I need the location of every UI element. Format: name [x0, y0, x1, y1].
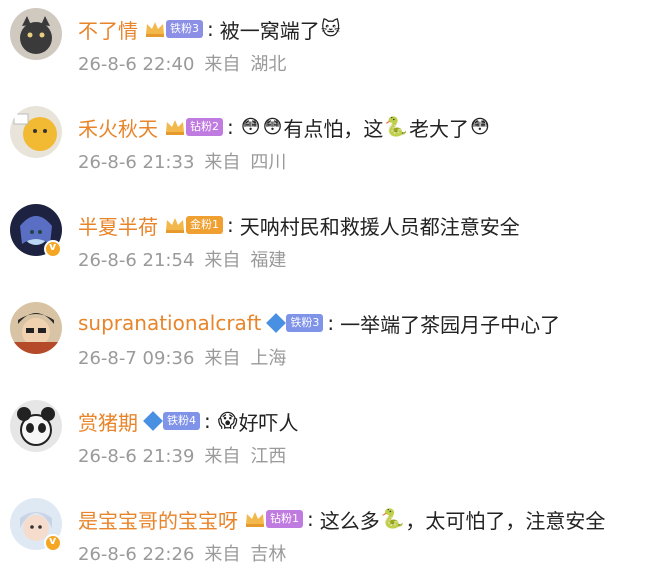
location: 四川 [250, 152, 287, 173]
flushed-emoji-icon: 😳 [470, 116, 490, 138]
colon: : [207, 17, 214, 41]
fan-badge[interactable]: 铁粉3 [144, 19, 203, 39]
cat-emoji-icon: 🐱 [320, 18, 341, 40]
location: 湖北 [250, 54, 287, 75]
fan-badge-label: 钻粉1 [266, 510, 303, 528]
from-label: 来自 [204, 250, 241, 271]
comment-text: 被一窝端了 [219, 18, 320, 43]
location: 吉林 [250, 544, 287, 565]
crown-icon [164, 215, 186, 235]
from-label: 来自 [204, 54, 241, 75]
scream-emoji-icon: 😱 [217, 410, 238, 432]
comment-item: 是宝宝哥的宝宝呀 钻粉1 : 这么多 🐍 ，太可怕了，注意安全 26-8-6 2… [0, 490, 650, 574]
avatar[interactable] [10, 302, 62, 354]
comment-text: 有点怕，这 [283, 116, 384, 141]
comment-date: 26-8-6 21:54 [78, 250, 195, 271]
username[interactable]: 不了情 [78, 15, 138, 44]
username[interactable]: 赏猪期 [78, 407, 138, 436]
fan-badge-label: 铁粉4 [163, 412, 200, 430]
fan-badge-label: 铁粉3 [166, 20, 203, 38]
username[interactable]: 是宝宝哥的宝宝呀 [78, 505, 238, 534]
snake-emoji-icon: 🐍 [380, 508, 405, 530]
comment-text: 天呐村民和救援人员都注意安全 [239, 214, 520, 239]
diamond-icon [266, 313, 287, 333]
comment-date: 26-8-6 21:33 [78, 152, 195, 173]
colon: : [204, 409, 211, 433]
comment-list: 不了情 铁粉3 : 被一窝端了 🐱 26-8-6 22:40 来自 湖北 禾火秋天 … [0, 0, 650, 574]
fan-badge[interactable]: 钻粉2 [164, 117, 223, 137]
comment-item: 不了情 铁粉3 : 被一窝端了 🐱 26-8-6 22:40 来自 湖北 [0, 0, 650, 96]
fan-badge[interactable]: 铁粉3 [266, 313, 324, 333]
comment-text: 这么多 [319, 508, 380, 533]
fan-badge[interactable]: 铁粉4 [143, 411, 200, 431]
colon: : [227, 213, 234, 237]
from-label: 来自 [204, 446, 241, 467]
location: 福建 [250, 250, 287, 271]
location: 江西 [250, 446, 287, 467]
location: 上海 [250, 348, 287, 369]
fan-badge-label: 金粉1 [186, 216, 223, 234]
comment-item: 赏猪期 铁粉4 : 😱 好吓人 26-8-6 21:39 来自 江西 [0, 392, 650, 488]
crown-icon [164, 117, 186, 137]
snake-emoji-icon: 🐍 [384, 116, 409, 138]
verified-badge-icon [44, 534, 62, 552]
comment-date: 26-8-6 22:40 [78, 54, 195, 75]
from-label: 来自 [204, 348, 241, 369]
comment-text: 老大了 [409, 116, 470, 141]
comment-text: ，太可怕了，注意安全 [405, 508, 606, 533]
fan-badge-label: 钻粉2 [186, 118, 223, 136]
comment-date: 26-8-6 22:26 [78, 544, 195, 565]
avatar[interactable] [10, 400, 62, 452]
fan-badge[interactable]: 钻粉1 [244, 509, 303, 529]
avatar[interactable] [10, 8, 62, 60]
fan-badge[interactable]: 金粉1 [164, 215, 223, 235]
comment-item: 禾火秋天 钻粉2 : 😳 😳 有点怕，这 🐍 老大了 😳 26-8-6 21:3… [0, 98, 650, 194]
comment-item: supranationalcraft 铁粉3 : 一举端了茶园月子中心了 26-… [0, 294, 650, 390]
flushed-emoji-icon: 😳 [240, 116, 261, 138]
username[interactable]: supranationalcraft [78, 311, 261, 335]
username[interactable]: 半夏半荷 [78, 211, 158, 240]
comment-text: 好吓人 [238, 410, 299, 435]
comment-date: 26-8-6 21:39 [78, 446, 195, 467]
avatar[interactable] [10, 106, 62, 158]
colon: : [307, 507, 314, 531]
username[interactable]: 禾火秋天 [78, 113, 158, 142]
crown-icon [244, 509, 266, 529]
crown-icon [144, 19, 166, 39]
fan-badge-label: 铁粉3 [286, 314, 324, 332]
colon: : [227, 115, 234, 139]
from-label: 来自 [204, 544, 241, 565]
colon: : [327, 311, 335, 335]
comment-text: 一举端了茶园月子中心了 [340, 312, 561, 337]
diamond-icon [143, 411, 163, 431]
comment-item: 半夏半荷 金粉1 : 天呐村民和救援人员都注意安全 26-8-6 21:54 来自… [0, 196, 650, 292]
from-label: 来自 [204, 152, 241, 173]
comment-date: 26-8-7 09:36 [78, 348, 195, 369]
flushed-emoji-icon: 😳 [262, 116, 283, 138]
verified-badge-icon [44, 240, 62, 258]
